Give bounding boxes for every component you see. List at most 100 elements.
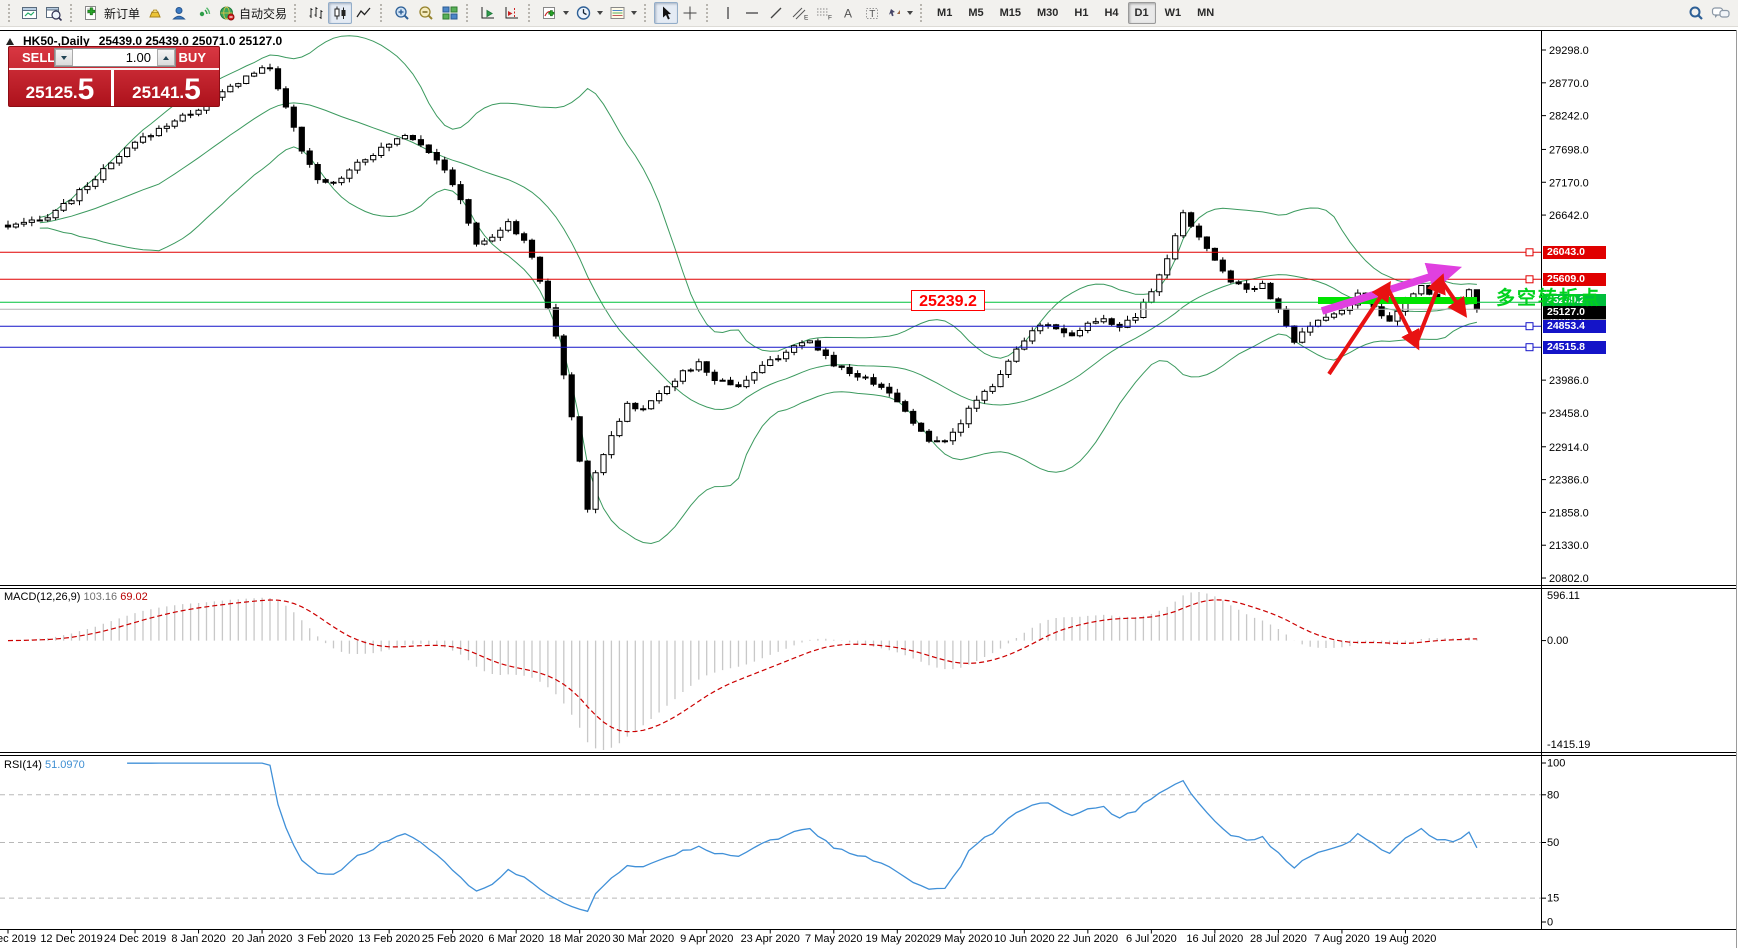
svg-text:22 Jun 2020: 22 Jun 2020 [1058,933,1119,945]
svg-text:30 Mar 2020: 30 Mar 2020 [612,933,674,945]
sell-price-big: 5 [78,77,95,103]
arrows-button[interactable] [884,2,916,24]
timeframe-button-D1[interactable]: D1 [1128,2,1156,24]
svg-text:9 Apr 2020: 9 Apr 2020 [680,933,733,945]
indicators-icon [541,5,559,21]
chart-window-button[interactable] [18,2,42,24]
text-label-icon: T [864,5,880,21]
text-button[interactable]: A [836,2,860,24]
crosshair-button[interactable] [678,2,702,24]
timeframe-button-M1[interactable]: M1 [930,2,959,24]
fibonacci-button[interactable]: F [812,2,836,24]
one-click-trade-panel: SELL BUY 1.00 25125.5 25141.5 [8,46,220,107]
price-tag-annotation[interactable]: 25239.2 [911,290,985,311]
buy-button[interactable]: BUY [179,50,206,65]
zoom-in-button[interactable] [390,2,414,24]
svg-text:596.11: 596.11 [1547,590,1580,602]
toolbar-grip [380,4,386,22]
timeframe-button-W1[interactable]: W1 [1158,2,1189,24]
chart-shift-icon [503,5,521,21]
svg-text:20 Jan 2020: 20 Jan 2020 [232,933,293,945]
chart-area[interactable]: 596.110.00-1415.19100805015029298.028770… [0,0,1738,948]
autotrading-globe-icon [218,5,236,21]
tile-windows-button[interactable] [438,2,462,24]
svg-text:F: F [828,15,832,22]
trendline-button[interactable] [764,2,788,24]
chart-shift-button[interactable] [500,2,524,24]
candlestick-chart-button[interactable] [328,2,352,24]
sell-button[interactable]: SELL [22,50,55,65]
rsi-name: RSI(14) [4,759,42,771]
svg-text:28242.0: 28242.0 [1549,111,1589,123]
volume-increase-button[interactable] [157,49,175,66]
svg-text:E: E [804,15,809,22]
dropdown-caret-icon [631,11,637,15]
sell-price[interactable]: 25125.5 [9,71,111,106]
toolbar-grip [920,4,926,22]
indicators-button[interactable] [538,2,572,24]
zoom-out-button[interactable] [414,2,438,24]
mt4-window: 新订单 自动交易 [0,0,1738,948]
vertical-line-button[interactable] [716,2,740,24]
rsi-value: 51.0970 [45,759,85,771]
red-zigzag-arrow [1441,280,1463,312]
volume-input[interactable]: 1.00 [73,49,157,66]
sell-price-main: 25125. [26,83,78,103]
svg-text:22914.0: 22914.0 [1549,442,1589,454]
templates-button[interactable] [606,2,640,24]
community-button[interactable] [167,2,191,24]
svg-text:13 Feb 2020: 13 Feb 2020 [358,933,420,945]
timeframe-button-H4[interactable]: H4 [1097,2,1125,24]
timeframe-button-M30[interactable]: M30 [1030,2,1065,24]
svg-text:23458.0: 23458.0 [1549,408,1589,420]
price-level-label: 24853.4 [1543,320,1606,333]
chat-button[interactable] [1708,2,1734,24]
svg-text:10 Jun 2020: 10 Jun 2020 [994,933,1055,945]
auto-scroll-button[interactable] [476,2,500,24]
svg-text:80: 80 [1547,789,1559,801]
bar-chart-button[interactable] [304,2,328,24]
horizontal-line-button[interactable] [740,2,764,24]
channel-button[interactable]: E [788,2,812,24]
autotrading-button[interactable]: 自动交易 [215,2,290,24]
timeframe-button-M15[interactable]: M15 [993,2,1028,24]
svg-text:25 Feb 2020: 25 Feb 2020 [422,933,484,945]
signals-button[interactable] [191,2,215,24]
timeframe-button-MN[interactable]: MN [1190,2,1221,24]
svg-text:A: A [844,7,852,21]
timeframe-button-M5[interactable]: M5 [961,2,990,24]
rsi-label: RSI(14) 51.0970 [4,759,85,771]
collapse-icon[interactable] [6,38,14,45]
text-label-button[interactable]: T [860,2,884,24]
market-depth-button[interactable] [143,2,167,24]
arrows-icon [887,5,903,21]
timeframe-button-H1[interactable]: H1 [1067,2,1095,24]
svg-text:8 Jan 2020: 8 Jan 2020 [171,933,225,945]
strategy-tester-button[interactable] [42,2,66,24]
buy-price[interactable]: 25141.5 [114,71,219,106]
equidistant-channel-icon: E [791,5,809,21]
chat-bubbles-icon [1711,5,1731,21]
svg-text:7 Aug 2020: 7 Aug 2020 [1314,933,1370,945]
svg-text:21858.0: 21858.0 [1549,507,1589,519]
new-order-button[interactable]: 新订单 [80,2,143,24]
svg-text:21330.0: 21330.0 [1549,540,1589,552]
new-order-label: 新订单 [104,5,140,22]
search-button[interactable] [1684,2,1708,24]
toolbar-grip [70,4,76,22]
candles [5,64,1479,514]
text-a-icon: A [841,5,855,21]
autotrading-label: 自动交易 [239,5,287,22]
chevron-up-icon [163,56,169,60]
volume-decrease-button[interactable] [55,49,73,66]
cursor-button[interactable] [654,2,678,24]
chinese-note-annotation[interactable]: 多空转折点 [1496,283,1601,310]
trendline-icon [768,5,784,21]
template-icon [609,5,627,21]
svg-text:23 Apr 2020: 23 Apr 2020 [741,933,800,945]
macd-name: MACD(12,26,9) [4,591,80,603]
timeframe-group: M1M5M15M30H1H4D1W1MN [930,2,1221,24]
line-chart-button[interactable] [352,2,376,24]
periods-button[interactable] [572,2,606,24]
price-level-label: 24515.8 [1543,341,1606,354]
